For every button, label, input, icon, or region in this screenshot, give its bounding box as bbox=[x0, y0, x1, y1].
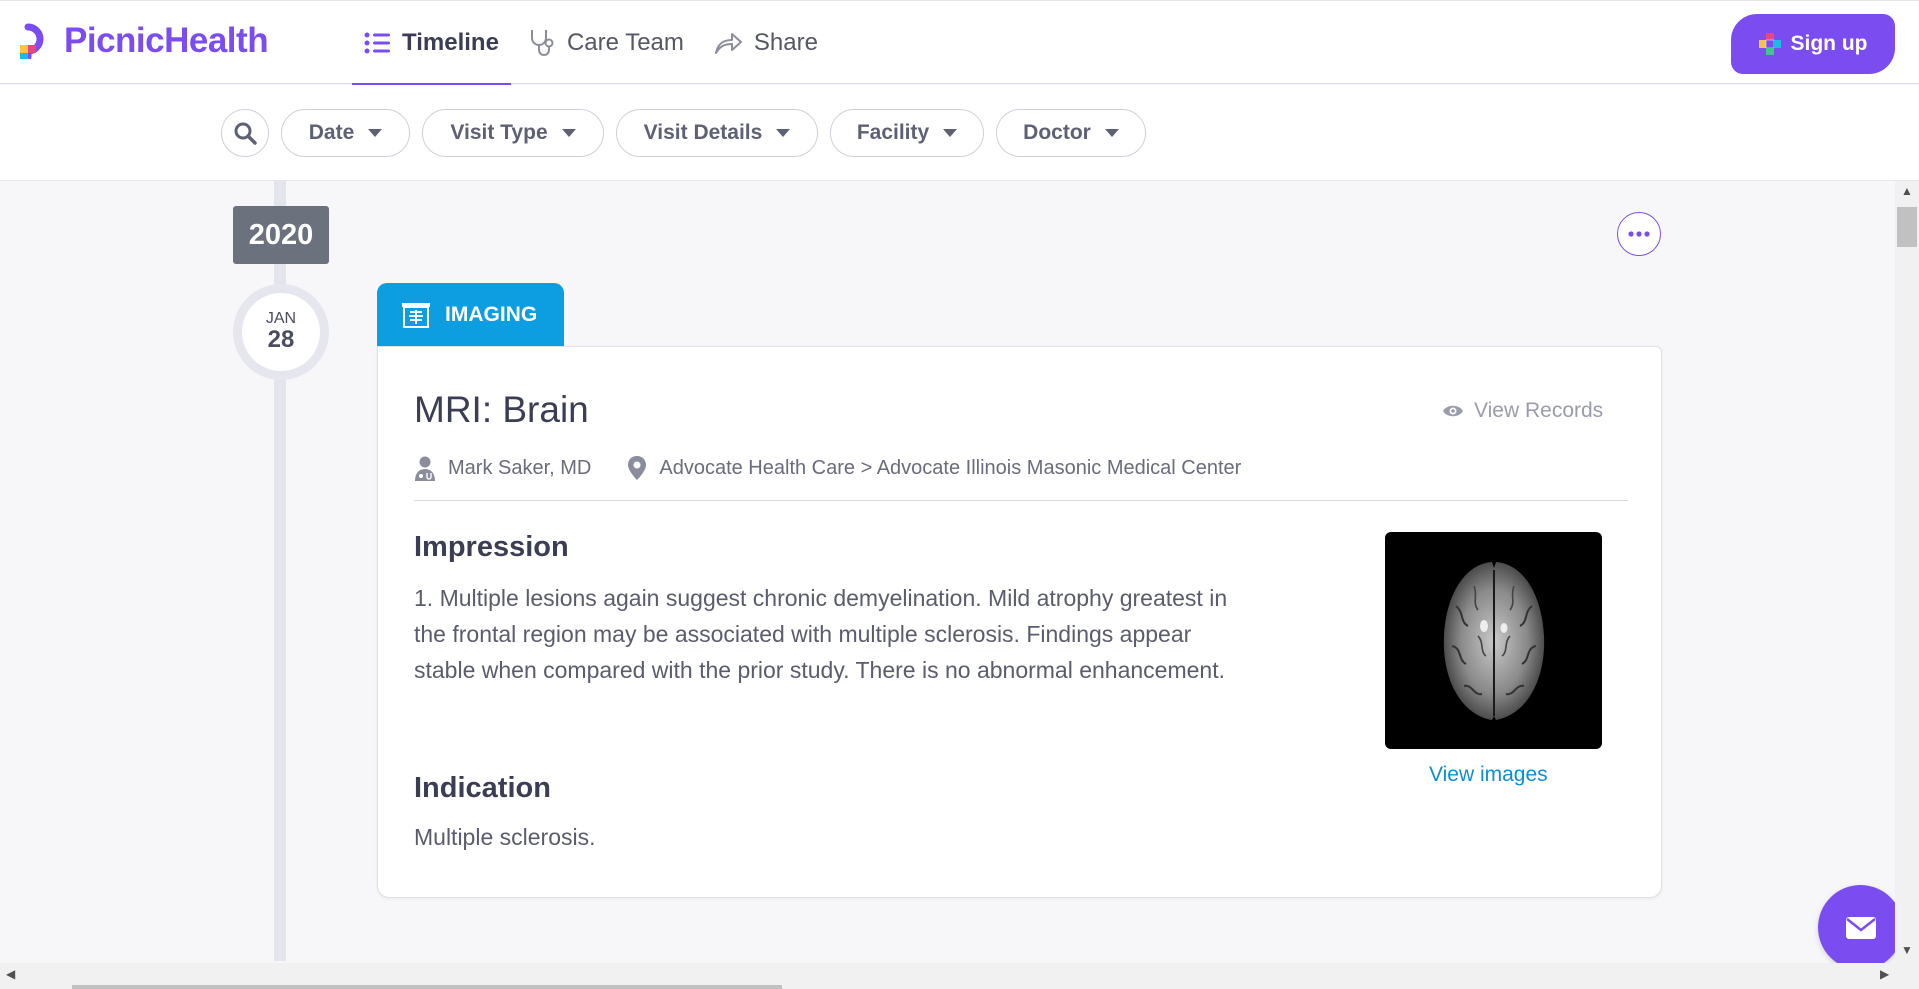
date-marker: JAN 28 bbox=[233, 284, 329, 380]
list-icon bbox=[364, 32, 390, 54]
filter-visit-details-label: Visit Details bbox=[643, 121, 763, 144]
more-dots-icon bbox=[1628, 231, 1650, 237]
view-records-label: View Records bbox=[1474, 399, 1604, 422]
search-icon bbox=[234, 122, 257, 145]
main-nav: Timeline Care Team Share bbox=[352, 1, 836, 86]
imaging-tag: IMAGING bbox=[377, 283, 564, 347]
caret-down-icon bbox=[561, 129, 576, 137]
filter-doctor[interactable]: Doctor bbox=[996, 109, 1146, 157]
vertical-scrollbar[interactable] bbox=[1895, 181, 1919, 963]
filter-facility[interactable]: Facility bbox=[830, 109, 984, 157]
doctor-name: Mark Saker, MD bbox=[448, 456, 592, 479]
year-badge: 2020 bbox=[233, 206, 329, 264]
view-records-link[interactable]: View Records bbox=[1442, 399, 1603, 423]
caret-down-icon bbox=[776, 129, 791, 137]
doctor-icon bbox=[415, 456, 435, 481]
card-divider bbox=[414, 500, 1628, 501]
nav-care-team-label: Care Team bbox=[566, 29, 684, 56]
nav-timeline[interactable]: Timeline bbox=[352, 1, 511, 86]
brand-name: PicnicHealth bbox=[64, 21, 269, 60]
record-card: MRI: Brain View Records Mark Saker, MD A… bbox=[377, 346, 1662, 898]
location-name: Advocate Health Care > Advocate Illinois… bbox=[659, 456, 1242, 479]
nav-timeline-label: Timeline bbox=[402, 29, 499, 56]
share-arrow-icon bbox=[714, 33, 742, 54]
nav-care-team[interactable]: Care Team bbox=[517, 1, 696, 85]
vertical-scroll-thumb[interactable] bbox=[1897, 207, 1917, 247]
record-title: MRI: Brain bbox=[414, 389, 589, 430]
horizontal-scroll-thumb[interactable] bbox=[72, 985, 782, 989]
filter-facility-label: Facility bbox=[856, 121, 930, 144]
brand-logo[interactable]: PicnicHealth bbox=[18, 21, 269, 61]
sign-up-button[interactable]: Sign up bbox=[1731, 14, 1895, 74]
scroll-right-arrow-icon[interactable]: ▶ bbox=[1880, 967, 1889, 981]
indication-heading: Indication bbox=[414, 772, 551, 804]
plus-logo-icon bbox=[1758, 33, 1781, 55]
date-day: 28 bbox=[267, 326, 295, 353]
caret-down-icon bbox=[1104, 129, 1119, 137]
filter-date[interactable]: Date bbox=[281, 109, 410, 157]
nav-share-label: Share bbox=[753, 29, 818, 56]
message-button[interactable] bbox=[1818, 885, 1903, 970]
filter-visit-type[interactable]: Visit Type bbox=[422, 109, 604, 157]
view-images-link[interactable]: View images bbox=[1429, 763, 1548, 787]
doctor-info: Mark Saker, MD bbox=[414, 455, 591, 481]
record-meta: Mark Saker, MD Advocate Health Care > Ad… bbox=[414, 455, 1277, 481]
search-button[interactable] bbox=[221, 109, 269, 157]
scroll-down-arrow-icon[interactable]: ▼ bbox=[1901, 943, 1913, 957]
envelope-icon bbox=[1845, 916, 1876, 939]
caret-down-icon bbox=[943, 129, 958, 137]
nav-share[interactable]: Share bbox=[702, 1, 830, 85]
filter-bar: Date Visit Type Visit Details Facility D… bbox=[0, 85, 1919, 181]
caret-down-icon bbox=[368, 129, 383, 137]
imaging-viewer-icon bbox=[402, 303, 430, 328]
scroll-up-arrow-icon[interactable]: ▲ bbox=[1901, 184, 1913, 198]
picnichealth-logo-icon bbox=[20, 23, 44, 59]
filter-visit-details[interactable]: Visit Details bbox=[616, 109, 818, 157]
top-header: PicnicHealth Timeline Care Team Share Si… bbox=[0, 0, 1919, 86]
imaging-tag-label: IMAGING bbox=[445, 303, 538, 326]
scroll-left-arrow-icon[interactable]: ◀ bbox=[6, 967, 15, 981]
more-options-button[interactable] bbox=[1617, 212, 1661, 256]
filter-doctor-label: Doctor bbox=[1023, 121, 1091, 144]
map-pin-icon bbox=[628, 456, 647, 480]
brain-scan-image bbox=[1443, 561, 1544, 720]
stethoscope-icon bbox=[530, 30, 554, 56]
impression-heading: Impression bbox=[414, 531, 569, 563]
eye-icon bbox=[1443, 405, 1463, 417]
sign-up-label: Sign up bbox=[1790, 32, 1868, 55]
filter-visit-type-label: Visit Type bbox=[450, 121, 548, 144]
indication-text: Multiple sclerosis. bbox=[414, 824, 596, 850]
impression-text: 1. Multiple lesions again suggest chroni… bbox=[414, 585, 1228, 683]
location-info: Advocate Health Care > Advocate Illinois… bbox=[627, 455, 1241, 481]
mri-thumbnail[interactable] bbox=[1385, 532, 1602, 749]
filter-date-label: Date bbox=[308, 121, 355, 144]
